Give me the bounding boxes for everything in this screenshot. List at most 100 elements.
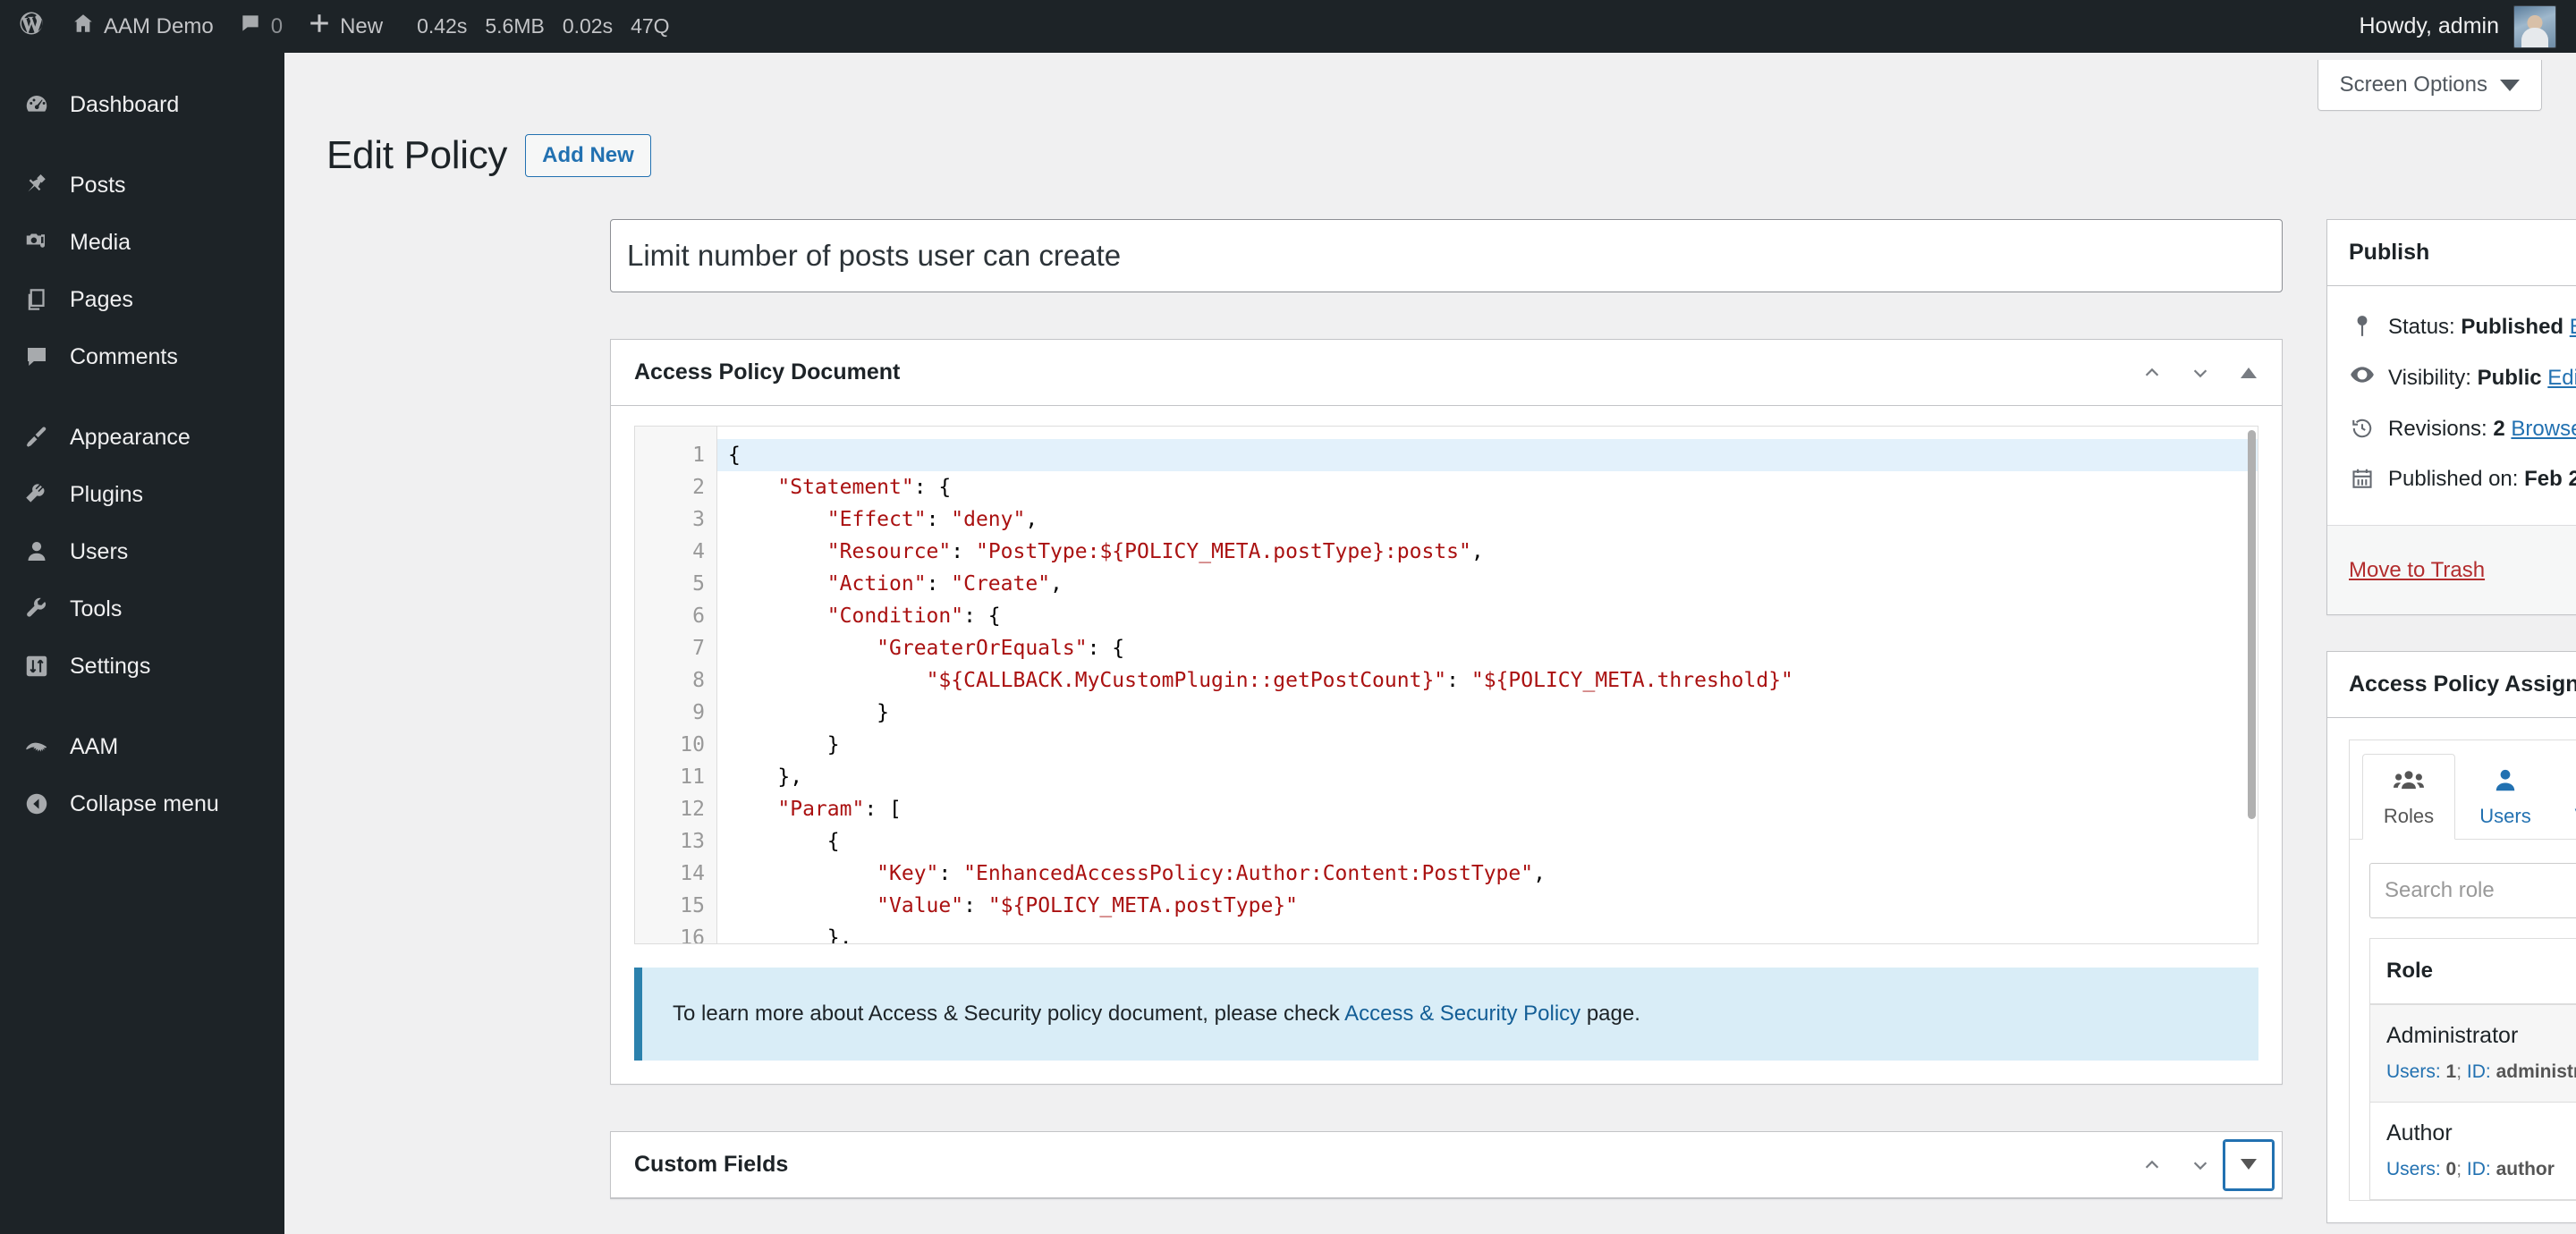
site-name-menu[interactable]: AAM Demo	[59, 0, 226, 53]
sidebar-item-plugins[interactable]: Plugins	[0, 466, 284, 523]
collapse-menu-label: Collapse menu	[70, 790, 219, 816]
code-line[interactable]: "Statement": {	[717, 471, 2258, 503]
code-line[interactable]: "Effect": "deny",	[717, 503, 2258, 536]
published-on-label: Published on:	[2388, 467, 2519, 492]
role-meta: Users: 1; ID: administrator	[2386, 1058, 2576, 1086]
sidebar-item-media[interactable]: Media	[0, 214, 284, 271]
chevron-up-icon	[2145, 1160, 2159, 1169]
notice-suffix: page.	[1580, 1002, 1640, 1026]
admin-bar: AAM Demo 0 New 0.42s 5.6MB 0.02s 47Q How…	[0, 0, 2576, 53]
sidebar-item-label: Pages	[70, 286, 133, 312]
comment-icon	[16, 343, 57, 370]
dashboard-icon	[16, 91, 57, 118]
chevron-down-icon	[2193, 368, 2207, 377]
role-name: Author	[2386, 1120, 2453, 1146]
code-line[interactable]: "Resource": "PostType:${POLICY_META.post…	[717, 536, 2258, 568]
wordpress-logo-menu[interactable]	[0, 0, 59, 53]
code-line[interactable]: {	[717, 825, 2258, 858]
move-to-trash-link[interactable]: Move to Trash	[2349, 558, 2485, 583]
sidebar-item-pages[interactable]: Pages	[0, 271, 284, 328]
code-line[interactable]: "${CALLBACK.MyCustomPlugin::getPostCount…	[717, 664, 2258, 697]
line-number: 13	[680, 830, 705, 853]
tab-visitor[interactable]: Visitor	[2555, 754, 2576, 840]
move-down-button[interactable]	[2176, 349, 2224, 397]
line-number: 4	[692, 540, 705, 563]
move-down-button[interactable]	[2176, 1141, 2224, 1189]
code-line[interactable]: {	[717, 439, 2258, 471]
post-body-side-column: Publish Status: Published Visibility: Pu…	[2326, 219, 2576, 1224]
sidebar-item-users[interactable]: Users	[0, 523, 284, 580]
toggle-panel-button[interactable]	[2224, 349, 2273, 397]
tab-users[interactable]: Users	[2459, 754, 2552, 840]
avatar[interactable]	[2513, 4, 2556, 48]
line-number: 2	[692, 476, 705, 499]
access-security-policy-link[interactable]: Access & Security Policy	[1344, 1002, 1580, 1026]
edit-status-link[interactable]: Edit	[2570, 315, 2576, 339]
users-label: Users:	[2386, 1061, 2441, 1082]
calendar-icon	[2349, 464, 2376, 490]
add-new-button[interactable]: Add New	[525, 134, 651, 177]
collapse-menu-button[interactable]: Collapse menu	[0, 775, 284, 833]
toggle-panel-button[interactable]	[2224, 1140, 2273, 1189]
code-line[interactable]: },	[717, 922, 2258, 943]
search-role-input[interactable]	[2369, 863, 2576, 919]
group-users-icon	[2363, 767, 2454, 798]
line-number: 6	[692, 604, 705, 628]
revisions-row: Revisions: 2 Browse	[2349, 404, 2576, 455]
line-number: 11	[680, 765, 705, 789]
sidebar-item-settings[interactable]: Settings	[0, 638, 284, 695]
line-number: 10	[680, 733, 705, 756]
pages-icon	[16, 286, 57, 313]
comments-bubble[interactable]: 0	[226, 0, 295, 53]
status-value: Published	[2461, 315, 2564, 339]
roles-table-head: Role Action	[2369, 938, 2576, 1006]
screen-options-toggle[interactable]: Screen Options	[2317, 60, 2542, 111]
sidebar-item-dashboard[interactable]: Dashboard	[0, 76, 284, 133]
code-line[interactable]: "Action": "Create",	[717, 568, 2258, 600]
single-user-icon	[2460, 767, 2551, 798]
line-number: 7	[692, 637, 705, 660]
sidebar-item-label: Settings	[70, 653, 151, 679]
column-role[interactable]: Role	[2369, 938, 2576, 1006]
sidebar-divider	[0, 695, 284, 718]
sidebar-item-posts[interactable]: Posts	[0, 156, 284, 214]
line-number: 16	[680, 926, 705, 944]
howdy-label[interactable]: Howdy, admin	[2359, 13, 2499, 39]
code-line[interactable]: }	[717, 697, 2258, 729]
postbox-handle-actions	[2128, 1140, 2273, 1189]
code-line[interactable]: },	[717, 761, 2258, 793]
status-label: Status:	[2388, 315, 2455, 339]
line-number-gutter: 1 2 3 4 5 6 7 8 9 10 11 12 13 14 15 16	[635, 427, 717, 943]
code-line[interactable]: "GreaterOrEquals": {	[717, 632, 2258, 664]
metric-load-time: 0.42s	[417, 14, 468, 38]
sidebar-item-tools[interactable]: Tools	[0, 580, 284, 638]
json-code-editor[interactable]: 1 2 3 4 5 6 7 8 9 10 11 12 13 14 15 16 { "Statement": {…	[634, 426, 2258, 944]
postbox-handle-actions	[2128, 349, 2273, 397]
browse-revisions-link[interactable]: Browse	[2511, 417, 2576, 441]
code-line[interactable]: "Condition": {	[717, 600, 2258, 632]
assignee-inside: Roles Users Visitor	[2327, 718, 2576, 1222]
editor-scrollbar[interactable]	[2248, 430, 2256, 819]
sidebar-item-label: Plugins	[70, 481, 143, 507]
triangle-down-icon	[2241, 1159, 2257, 1170]
move-up-button[interactable]	[2128, 349, 2176, 397]
code-line[interactable]: "Value": "${POLICY_META.postType}"	[717, 890, 2258, 922]
code-line[interactable]: "Key": "EnhancedAccessPolicy:Author:Cont…	[717, 858, 2258, 890]
comment-icon	[239, 12, 262, 41]
custom-fields-box: Custom Fields	[610, 1131, 2283, 1199]
tab-roles[interactable]: Roles	[2362, 754, 2455, 841]
sidebar-item-aam[interactable]: AAM	[0, 718, 284, 775]
sidebar-item-appearance[interactable]: Appearance	[0, 409, 284, 466]
publish-actions: Move to Trash Update	[2327, 525, 2576, 615]
code-line[interactable]: }	[717, 729, 2258, 761]
assignee-box-title: Access Policy Assignee	[2349, 672, 2576, 697]
code-line[interactable]: "Param": [	[717, 793, 2258, 825]
code-content[interactable]: { "Statement": { "Effect": "deny", "Reso…	[717, 427, 2258, 943]
new-content-menu[interactable]: New	[295, 0, 395, 53]
move-up-button[interactable]	[2128, 1141, 2176, 1189]
published-on-row: Published on: Feb 25, 2023 at 02:18 Edit	[2349, 454, 2576, 505]
edit-visibility-link[interactable]: Edit	[2547, 366, 2576, 390]
post-body-main-column: Access Policy Document 12345678910111213…	[610, 219, 2283, 1199]
post-title-input[interactable]	[610, 219, 2283, 292]
sidebar-item-comments[interactable]: Comments	[0, 328, 284, 385]
